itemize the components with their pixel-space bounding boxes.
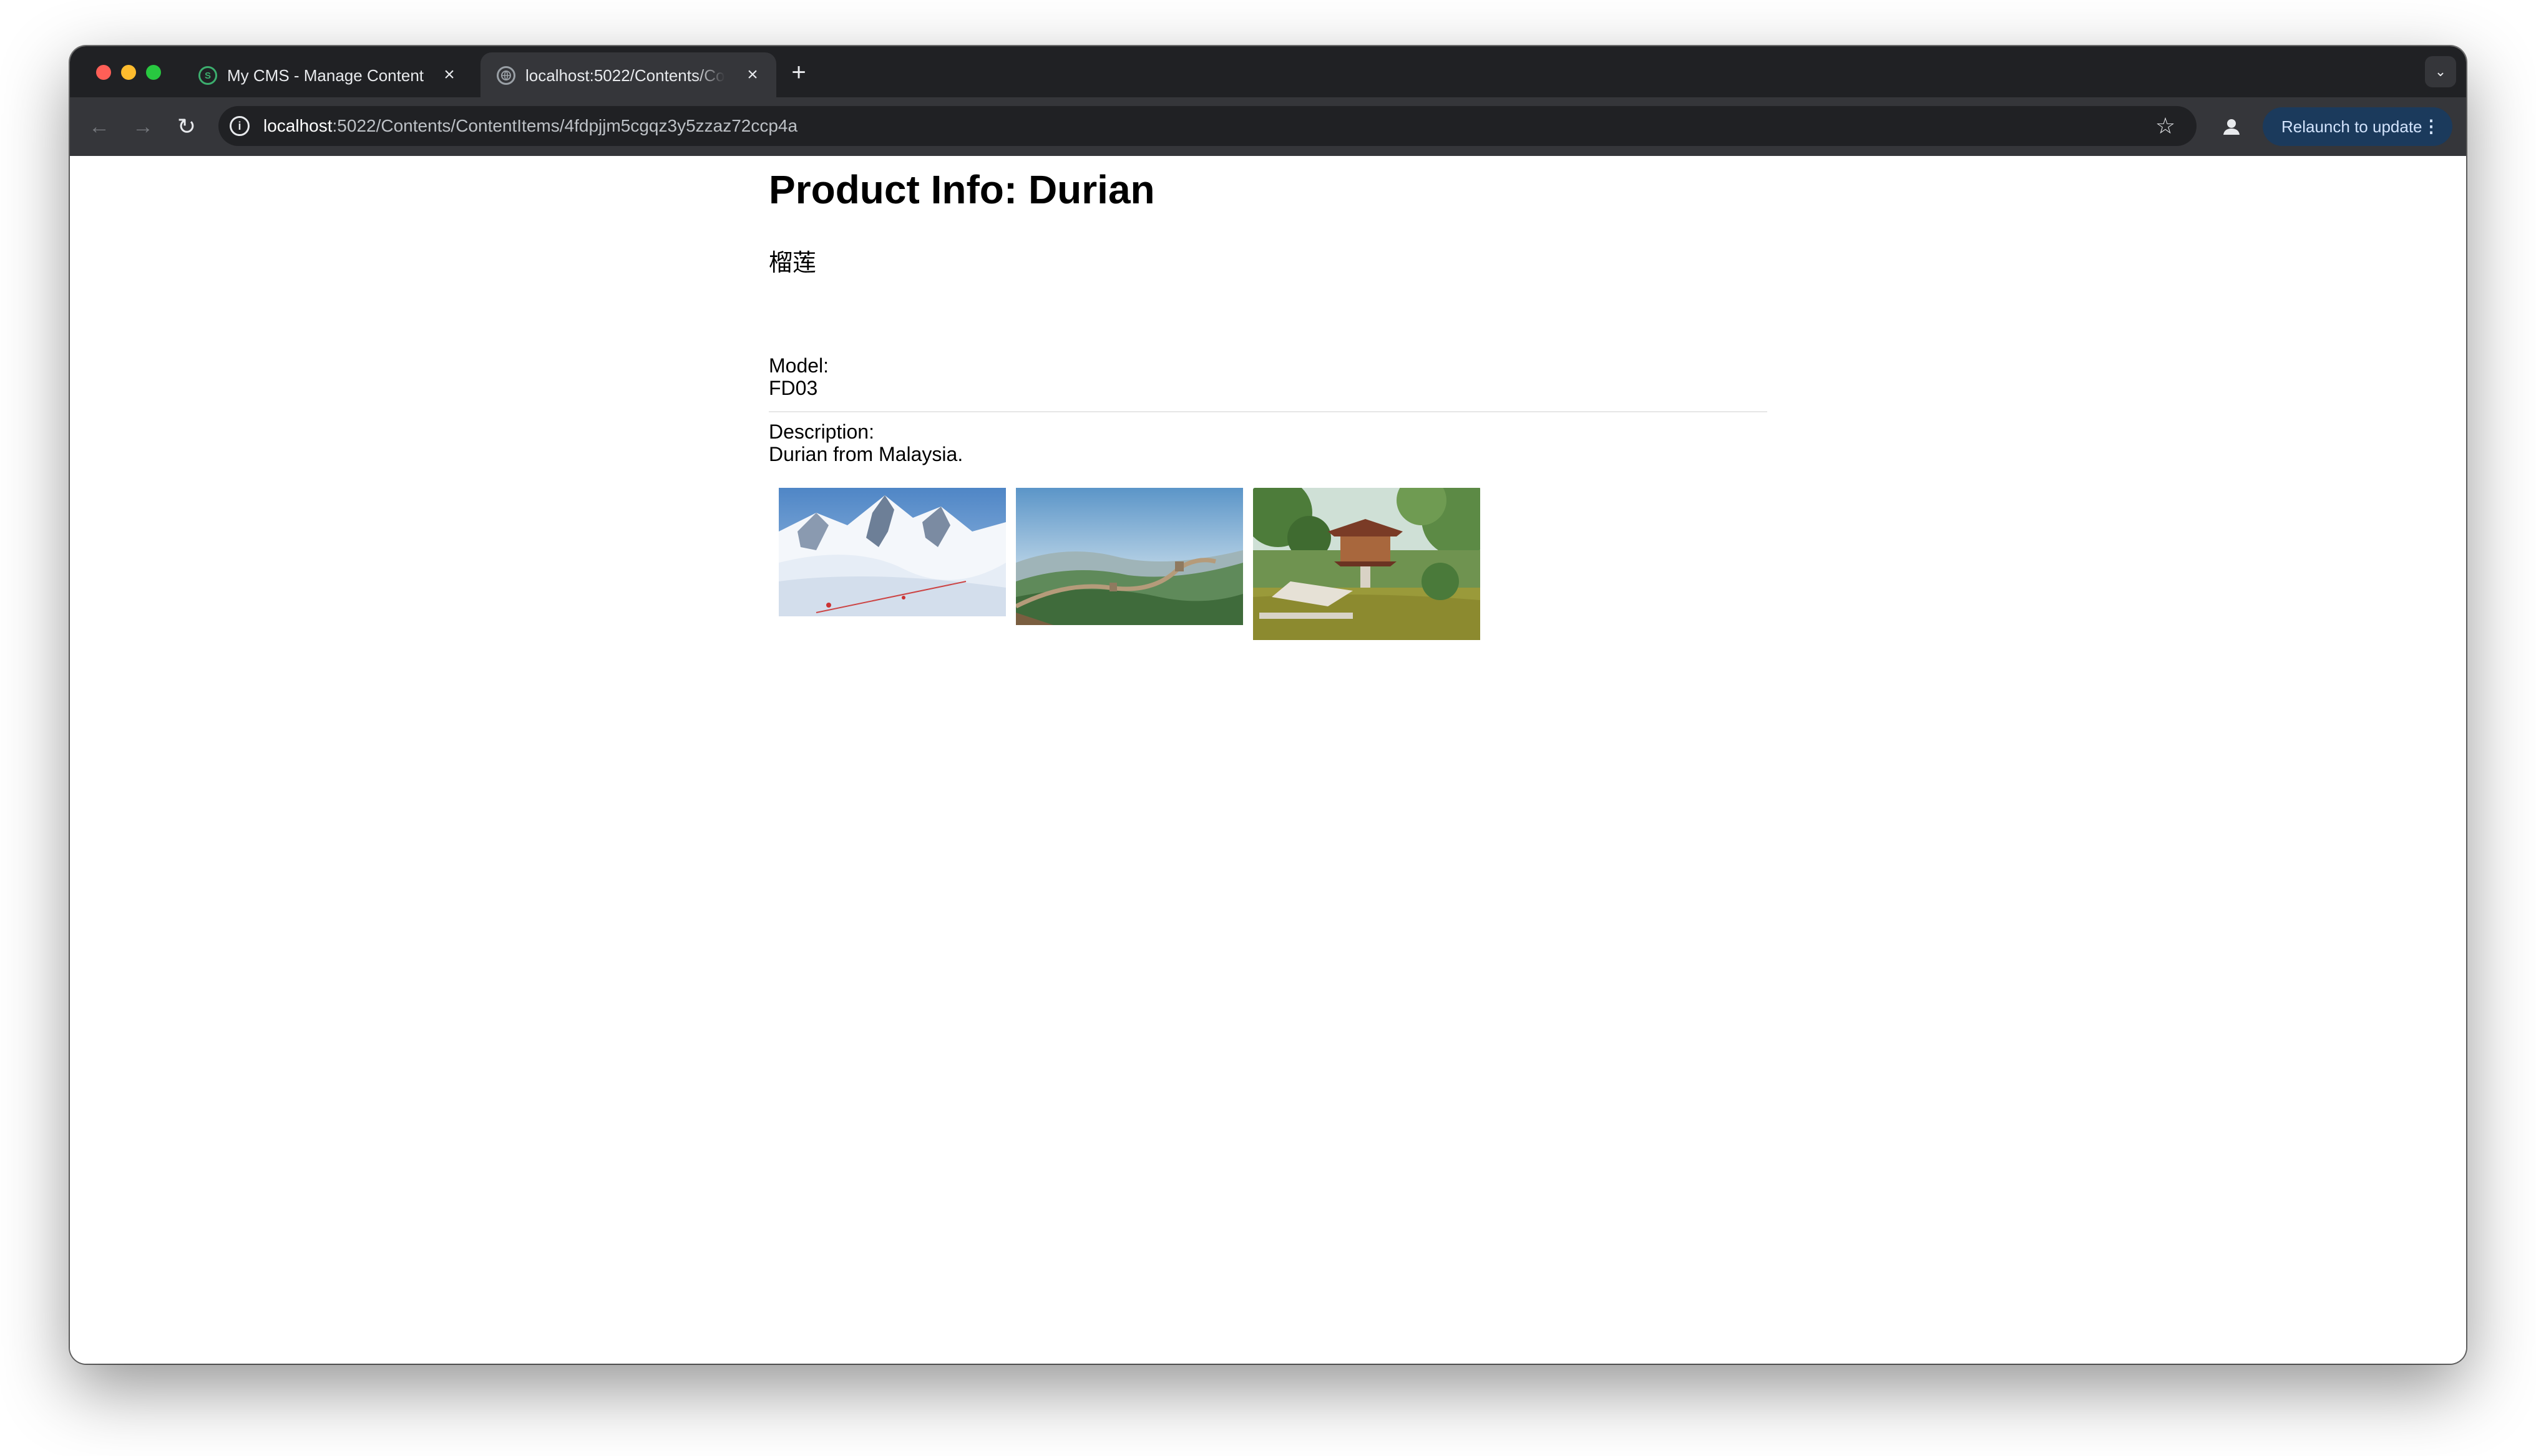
url-path: :5022/Contents/ContentItems/4fdpjjm5cgqz… [332,116,798,135]
relaunch-to-update-button[interactable]: Relaunch to update ⋮ [2263,107,2452,146]
close-window-button[interactable] [96,65,111,80]
url-text[interactable]: localhost:5022/Contents/ContentItems/4fd… [263,116,797,136]
product-chinese-name: 榴莲 [769,250,817,276]
cms-logo-icon: S [198,66,217,85]
relaunch-label: Relaunch to update [2281,117,2422,136]
minimize-window-button[interactable] [121,65,136,80]
tab-title: My CMS - Manage Content [227,66,424,85]
profile-avatar-icon[interactable] [2218,114,2245,141]
pagoda-garden-image [1253,488,1480,640]
tab-title: localhost:5022/Contents/ContentItems/4fd… [525,66,725,85]
tab-strip: S My CMS - Manage Content × localhost:50… [70,46,2466,97]
description-value: Durian from Malaysia. [769,443,963,465]
divider [769,411,1767,412]
bookmark-star-icon[interactable]: ☆ [2153,114,2178,138]
model-label: Model: [769,354,829,377]
snowy-mountain-image [779,488,1006,616]
page-viewport: Product Info: Durian 榴莲 Model: FD03 Desc… [70,156,2466,1364]
globe-icon [497,66,515,85]
forward-arrow-icon[interactable]: → [127,111,158,142]
close-icon[interactable]: × [439,65,459,85]
more-vertical-icon[interactable]: ⋮ [2422,107,2440,146]
maximize-window-button[interactable] [146,65,161,80]
tab-content-item[interactable]: localhost:5022/Contents/ContentItems/4fd… [480,52,776,97]
browser-toolbar: ← → ↻ i localhost:5022/Contents/ContentI… [70,97,2466,156]
site-info-icon[interactable]: i [230,116,250,136]
model-value: FD03 [769,377,818,399]
desktop: S My CMS - Manage Content × localhost:50… [0,0,2536,1456]
close-icon[interactable]: × [743,65,763,85]
reload-icon[interactable]: ↻ [171,111,202,142]
tab-search-chevron-down-icon[interactable]: ⌄ [2425,56,2456,87]
great-wall-image [1016,488,1243,625]
description-label: Description: [769,420,874,443]
address-bar[interactable]: i localhost:5022/Contents/ContentItems/4… [218,106,2197,146]
back-arrow-icon[interactable]: ← [84,111,115,142]
new-tab-plus-icon[interactable]: + [785,59,812,86]
browser-window: S My CMS - Manage Content × localhost:50… [70,46,2466,1364]
page-title: Product Info: Durian [769,167,1155,212]
tab-manage-content[interactable]: S My CMS - Manage Content × [182,52,473,97]
url-host: localhost [263,116,333,135]
